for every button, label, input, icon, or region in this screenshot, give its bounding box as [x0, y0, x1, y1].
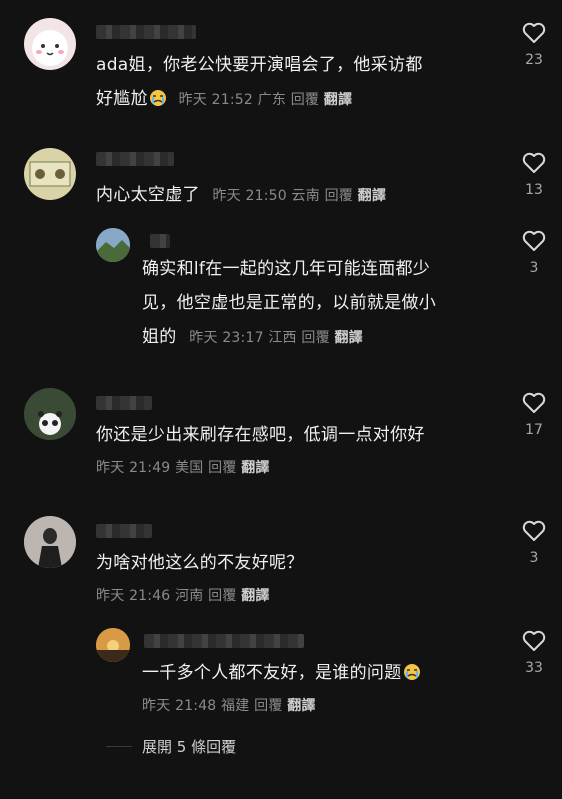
avatar[interactable]: [24, 18, 76, 70]
heart-icon: [522, 520, 546, 541]
translate-button[interactable]: 翻譯: [241, 460, 269, 476]
like-count: 3: [529, 550, 539, 566]
username-blurred[interactable]: [96, 25, 196, 39]
reply-button[interactable]: 回覆: [325, 188, 353, 204]
like-count: 3: [529, 260, 539, 276]
like-count: 13: [525, 182, 543, 198]
translate-button[interactable]: 翻譯: [358, 188, 386, 204]
avatar[interactable]: [24, 148, 76, 200]
comment-meta: 昨天 21:46 河南 回覆 翻譯: [96, 588, 270, 604]
username-blurred[interactable]: [96, 524, 152, 538]
comment-2: 内心太空虚了 昨天 21:50 云南 回覆 翻譯 13: [0, 140, 562, 220]
avatar[interactable]: [24, 388, 76, 440]
translate-button[interactable]: 翻譯: [324, 92, 352, 108]
avatar[interactable]: [24, 516, 76, 568]
comment-text: ada姐，你老公快要开演唱会了，他采访都 好尴尬 昨天 21:52 广东 回覆 …: [96, 55, 423, 109]
crying-face-icon: [402, 659, 422, 680]
translate-button[interactable]: 翻譯: [334, 330, 362, 346]
comment-text: 为啥对他这么的不友好呢？: [96, 553, 304, 573]
username-blurred[interactable]: [144, 634, 304, 648]
panda-avatar-icon: [24, 388, 76, 440]
translate-button[interactable]: 翻譯: [241, 588, 269, 604]
comment-meta: 昨天 21:52 广东 回覆 翻譯: [178, 92, 353, 108]
heart-icon: [522, 152, 546, 173]
heart-icon: [522, 392, 546, 413]
reply-button[interactable]: 回覆: [301, 330, 329, 346]
comment-text: 一千多个人都不友好，是谁的问题: [142, 656, 422, 690]
landscape-avatar-icon: [96, 228, 130, 262]
comment-1: ada姐，你老公快要开演唱会了，他采访都 好尴尬 昨天 21:52 广东 回覆 …: [0, 0, 562, 140]
comment-text: 内心太空虚了 昨天 21:50 云南 回覆 翻譯: [96, 185, 387, 205]
heart-icon: [522, 630, 546, 651]
heart-icon: [522, 230, 546, 251]
comment-meta: 昨天 21:48 福建 回覆 翻譯: [142, 698, 316, 714]
comment-text: 你还是少出来刷存在感吧，低调一点对你好: [96, 425, 425, 445]
like-button[interactable]: 3: [514, 520, 554, 566]
translate-button[interactable]: 翻譯: [287, 698, 315, 714]
cartoon-avatar-icon: [32, 30, 68, 66]
photo-avatar-icon: [29, 161, 71, 187]
comment-meta: 昨天 21:50 云南 回覆 翻譯: [212, 188, 387, 204]
crying-face-icon: [148, 85, 168, 106]
comment-meta: 昨天 23:17 江西 回覆 翻譯: [189, 330, 363, 346]
username-blurred[interactable]: [96, 152, 174, 166]
like-count: 17: [525, 422, 543, 438]
reply-2: 一千多个人都不友好，是谁的问题 昨天 21:48 福建 回覆 翻譯 33: [0, 620, 562, 730]
username-blurred[interactable]: [96, 396, 152, 410]
reply-button[interactable]: 回覆: [254, 698, 282, 714]
comment-text: 确实和lf在一起的这几年可能连面都少 见，他空虚也是正常的，以前就是做小 姐的 …: [142, 259, 437, 347]
like-count: 23: [525, 52, 543, 68]
like-button[interactable]: 13: [514, 152, 554, 198]
like-button[interactable]: 33: [514, 630, 554, 676]
like-count: 33: [525, 660, 543, 676]
avatar[interactable]: [96, 628, 130, 662]
comment-meta: 昨天 21:49 美国 回覆 翻譯: [96, 460, 270, 476]
reply-button[interactable]: 回覆: [208, 460, 236, 476]
like-button[interactable]: 17: [514, 392, 554, 438]
like-button[interactable]: 23: [514, 22, 554, 68]
reply-button[interactable]: 回覆: [208, 588, 236, 604]
expand-replies-button[interactable]: 展開 5 條回覆: [142, 736, 236, 757]
username-blurred[interactable]: [150, 234, 170, 248]
reply-1: 确实和lf在一起的这几年可能连面都少 见，他空虚也是正常的，以前就是做小 姐的 …: [0, 220, 562, 370]
like-button[interactable]: 3: [514, 230, 554, 276]
comment-4: 为啥对他这么的不友好呢？ 昨天 21:46 河南 回覆 翻譯 3: [0, 508, 562, 618]
reply-button[interactable]: 回覆: [291, 92, 319, 108]
portrait-avatar-icon: [24, 516, 76, 568]
comment-3: 你还是少出来刷存在感吧，低调一点对你好 昨天 21:49 美国 回覆 翻譯 17: [0, 380, 562, 490]
heart-icon: [522, 22, 546, 43]
sunset-avatar-icon: [96, 628, 130, 662]
expand-divider: [106, 746, 132, 747]
avatar[interactable]: [96, 228, 130, 262]
